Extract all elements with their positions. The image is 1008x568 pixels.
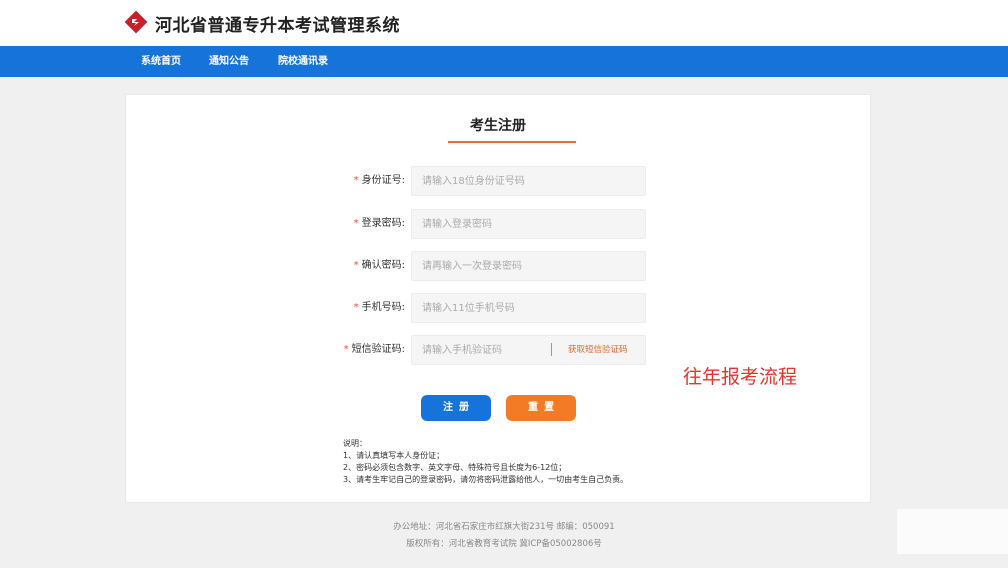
phone-label: * 手机号码: (354, 293, 405, 323)
required-mark: * (343, 344, 349, 355)
sms-code-label: * 短信验证码: (344, 335, 405, 365)
label-text: 短信验证码: (351, 344, 405, 355)
form-row-id-number: * 身份证号: (126, 166, 870, 196)
instruction-item: 2、密码必须包含数字、英文字母、特殊符号且长度为6-12位； (343, 463, 567, 472)
id-number-input[interactable] (411, 166, 646, 196)
label-text: 登录密码: (361, 218, 405, 229)
password-label: * 登录密码: (354, 209, 405, 239)
sms-divider (551, 343, 552, 356)
register-button[interactable]: 注册 (421, 395, 491, 421)
registration-card: 考生注册 *身份证号: *登录密码: *确认密码: *手机号码: *短信验证码:… (125, 94, 871, 503)
phone-input[interactable] (411, 293, 646, 323)
password-input[interactable] (411, 209, 646, 239)
label-text: 确认密码: (361, 260, 405, 271)
footer-copyright: 版权所有：河北省教育考试院 冀ICP备05002806号 (406, 539, 602, 549)
instruction-item: 3、请考生牢记自己的登录密码，请勿将密码泄露给他人，一切由考生自己负责。 (343, 475, 629, 484)
form-title: 考生注册 (470, 118, 526, 134)
reset-button[interactable]: 重置 (506, 395, 576, 421)
instruction-item: 1、请认真填写本人身份证； (343, 451, 445, 460)
corner-overlay (897, 509, 1008, 554)
required-mark: * (353, 175, 359, 186)
overlay-caption: 往年报考流程 (683, 366, 798, 388)
id-number-label: * 身份证号: (354, 166, 405, 196)
instructions-heading: 说明： (343, 439, 367, 448)
nav-item-home[interactable]: 系统首页 (141, 46, 181, 77)
confirm-password-input[interactable] (411, 251, 646, 281)
confirm-password-label: * 确认密码: (354, 251, 405, 281)
instructions: 说明： 1、请认真填写本人身份证； 2、密码必须包含数字、英文字母、特殊符号且长… (343, 438, 628, 486)
form-row-confirm-password: * 确认密码: (126, 251, 870, 281)
label-text: 身份证号: (361, 175, 405, 186)
form-row-password: * 登录密码: (126, 209, 870, 239)
title-underline (448, 141, 576, 143)
nav-item-directory[interactable]: 院校通讯录 (278, 46, 328, 77)
diamond-swirl-logo-icon (124, 10, 148, 34)
required-mark: * (353, 302, 359, 313)
site-header: 河北省普通专升本考试管理系统 (0, 0, 1008, 46)
site-title: 河北省普通专升本考试管理系统 (155, 16, 400, 36)
required-mark: * (353, 260, 359, 271)
required-mark: * (353, 218, 359, 229)
label-text: 手机号码: (361, 302, 405, 313)
nav-item-announcements[interactable]: 通知公告 (209, 46, 249, 77)
form-row-sms-code: *短信验证码: 获取短信验证码 (126, 335, 870, 365)
form-row-phone: * 手机号码: (126, 293, 870, 323)
footer-address: 办公地址：河北省石家庄市红旗大街231号 邮编：050091 (393, 522, 615, 532)
get-sms-code-button[interactable]: 获取短信验证码 (568, 335, 628, 365)
main-nav: 系统首页 通知公告 院校通讯录 (0, 46, 1008, 77)
